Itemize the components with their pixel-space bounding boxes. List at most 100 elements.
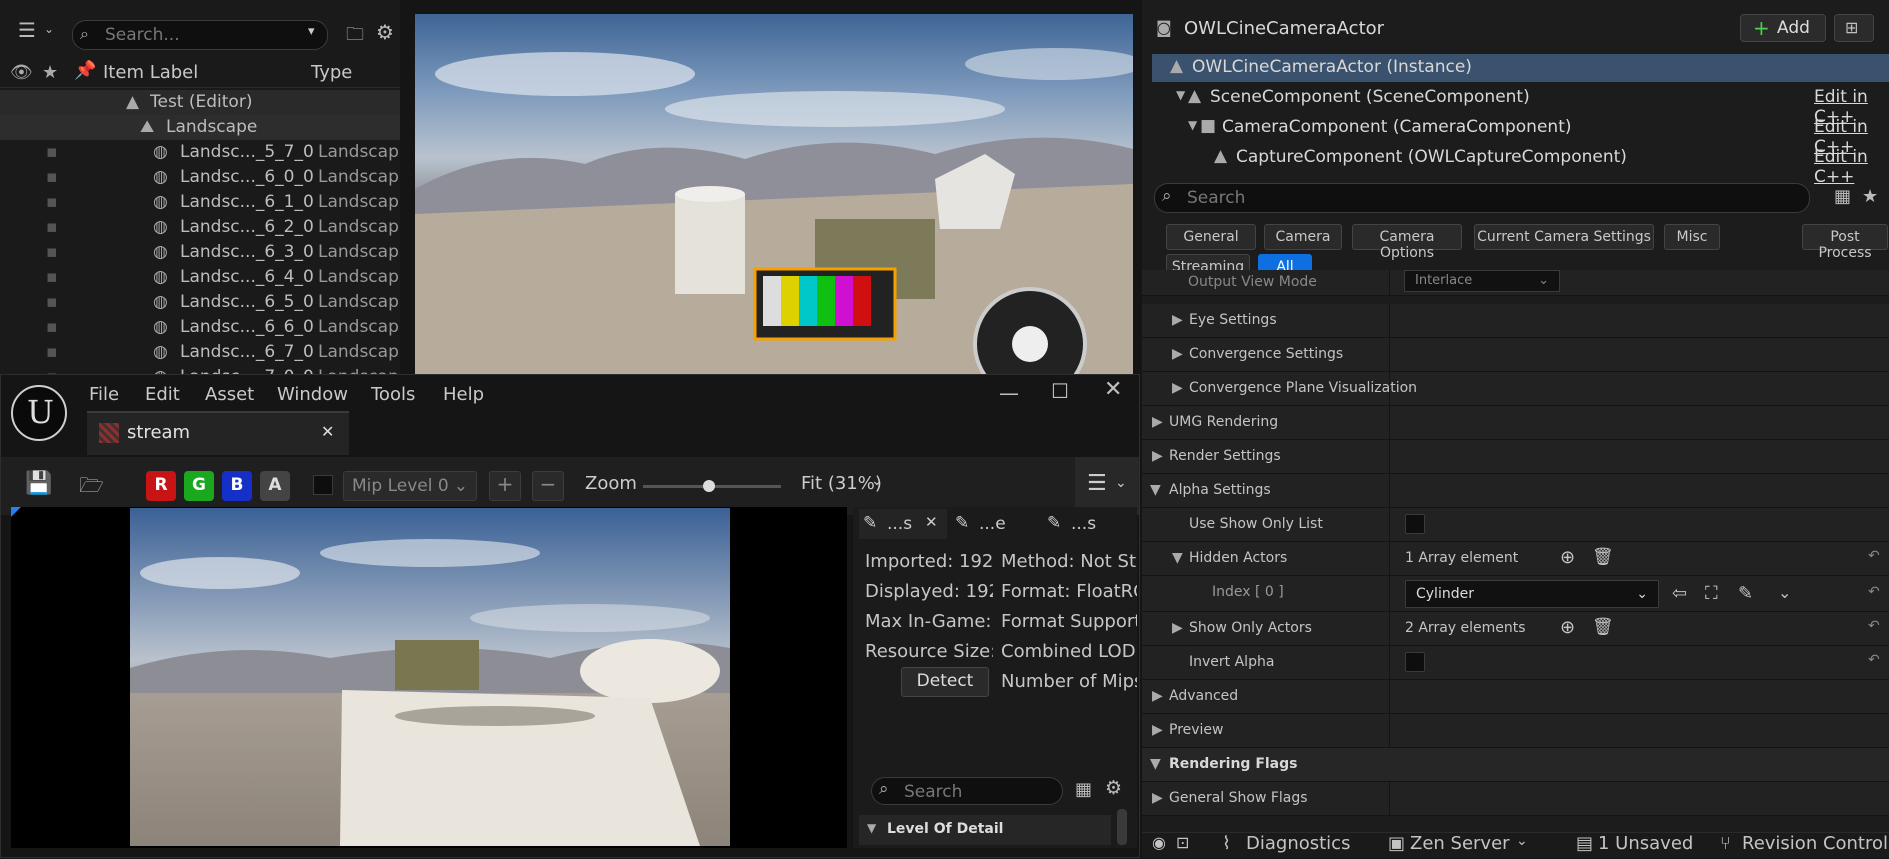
visibility-icon[interactable]: ▪ bbox=[46, 267, 58, 287]
reset-icon[interactable]: ↶ bbox=[1868, 548, 1880, 564]
channel-g-toggle[interactable]: G bbox=[184, 471, 214, 501]
visibility-icon[interactable]: ▪ bbox=[46, 242, 58, 262]
reset-icon[interactable]: ↶ bbox=[1868, 618, 1880, 634]
filter-tab[interactable]: Post Process bbox=[1802, 224, 1888, 261]
menu-tools[interactable]: Tools bbox=[371, 384, 415, 405]
outliner-row[interactable]: ▪ ◍ Landsc..._6_2_0 Landscap bbox=[0, 215, 400, 240]
convergence-settings-row[interactable]: ▶ Convergence Settings bbox=[1142, 338, 1889, 372]
eye-settings-row[interactable]: ▶ Eye Settings bbox=[1142, 304, 1889, 338]
close-tab-icon[interactable]: ✕ bbox=[321, 422, 334, 441]
channel-a-toggle[interactable]: A bbox=[260, 471, 290, 501]
texture-search-input[interactable]: Search bbox=[871, 777, 1063, 805]
outliner-folder-row[interactable]: ⛰ Landscape bbox=[0, 115, 400, 140]
channel-r-toggle[interactable]: R bbox=[146, 471, 176, 501]
add-folder-icon[interactable]: 🗀 bbox=[346, 22, 364, 52]
gear-icon[interactable]: ⚙ bbox=[376, 20, 394, 44]
component-row[interactable]: ▲ OWLCineCameraActor (Instance) bbox=[1152, 54, 1889, 82]
visibility-icon[interactable]: ▪ bbox=[46, 167, 58, 187]
visibility-icon[interactable]: ▪ bbox=[46, 342, 58, 362]
gear-icon[interactable]: ⚙ bbox=[1105, 777, 1122, 799]
menu-edit[interactable]: Edit bbox=[145, 384, 180, 405]
zoom-slider-handle[interactable] bbox=[703, 480, 716, 492]
mip-increase-button[interactable]: + bbox=[489, 471, 521, 501]
eye-icon[interactable]: 👁 bbox=[10, 62, 33, 83]
expand-icon[interactable]: ▶ bbox=[1172, 620, 1183, 636]
star-icon[interactable]: ★ bbox=[42, 62, 58, 83]
star-icon[interactable]: ★ bbox=[1862, 186, 1878, 207]
output-view-mode-dropdown[interactable]: Interlace ⌄ bbox=[1404, 270, 1560, 292]
filter-tab[interactable]: General bbox=[1166, 224, 1256, 250]
edit-in-cpp-link[interactable]: Edit in C++ bbox=[1814, 147, 1889, 187]
browse-asset-icon[interactable]: 🗁 bbox=[79, 471, 104, 505]
eyedropper-icon[interactable]: ✎ bbox=[1738, 583, 1753, 604]
visibility-icon[interactable]: ▪ bbox=[46, 217, 58, 237]
outliner-row[interactable]: ▪ ◍ Landsc..._6_6_0 Landscap bbox=[0, 315, 400, 340]
use-selected-icon[interactable]: ⇦ bbox=[1672, 583, 1687, 604]
visibility-icon[interactable]: ▪ bbox=[46, 142, 58, 162]
menu-asset[interactable]: Asset bbox=[205, 384, 254, 405]
filter-tab[interactable]: Current Camera Settings bbox=[1474, 224, 1654, 250]
outliner-root-row[interactable]: ▲ Test (Editor) bbox=[0, 90, 400, 115]
component-row[interactable]: ▲ CaptureComponent (OWLCaptureComponent) E… bbox=[1152, 144, 1889, 187]
collapse-icon[interactable]: ▼ bbox=[1188, 118, 1197, 132]
level-viewport[interactable] bbox=[415, 14, 1133, 374]
use-show-only-list-checkbox[interactable] bbox=[1405, 514, 1425, 534]
chevron-down-icon[interactable]: ▾ bbox=[308, 24, 315, 39]
menu-help[interactable]: Help bbox=[443, 384, 484, 405]
texture-preview[interactable] bbox=[11, 507, 847, 848]
render-settings-row[interactable]: ▶ Render Settings bbox=[1142, 440, 1889, 474]
channel-b-toggle[interactable]: B bbox=[222, 471, 252, 501]
chevron-down-icon[interactable]: ⌄ bbox=[871, 473, 883, 489]
filter-tab[interactable]: Camera bbox=[1264, 224, 1342, 250]
outliner-search-input[interactable]: Search... bbox=[72, 20, 328, 50]
invert-alpha-checkbox[interactable] bbox=[1405, 652, 1425, 672]
alpha-settings-row[interactable]: ▼ Alpha Settings bbox=[1142, 474, 1889, 508]
mip-level-dropdown[interactable]: Mip Level 0 ⌄ bbox=[343, 471, 477, 501]
filter-tab[interactable]: Misc bbox=[1664, 224, 1720, 250]
add-element-icon[interactable]: ⊕ bbox=[1560, 547, 1575, 568]
close-window-icon[interactable]: ✕ bbox=[1104, 377, 1122, 402]
menu-file[interactable]: File bbox=[89, 384, 119, 405]
actor-picker-dropdown[interactable]: Cylinder ⌄ bbox=[1405, 580, 1659, 608]
minimize-icon[interactable]: — bbox=[999, 381, 1019, 405]
collapse-icon[interactable]: ▼ bbox=[1172, 550, 1183, 566]
column-type[interactable]: Type bbox=[311, 62, 352, 83]
general-show-flags-row[interactable]: ▶ General Show Flags bbox=[1142, 782, 1889, 816]
outliner-row[interactable]: ▪ ◍ Landsc..._6_7_0 Landscap bbox=[0, 340, 400, 365]
reset-icon[interactable]: ↶ bbox=[1868, 652, 1880, 668]
close-tab-icon[interactable]: ✕ bbox=[925, 513, 938, 531]
mip-checkbox[interactable] bbox=[313, 475, 333, 495]
details-tab[interactable]: ✎ ...e bbox=[951, 509, 1039, 539]
maximize-icon[interactable]: ☐ bbox=[1051, 379, 1069, 403]
add-component-button[interactable]: + Add bbox=[1740, 14, 1826, 42]
scrollbar-thumb[interactable] bbox=[1117, 809, 1127, 845]
reset-icon[interactable]: ↶ bbox=[1868, 584, 1880, 600]
detect-button[interactable]: Detect bbox=[901, 667, 989, 697]
delete-icon[interactable]: 🗑 bbox=[1592, 547, 1614, 567]
outliner-row[interactable]: ▪ ◍ Landsc..._6_5_0 Landscap bbox=[0, 290, 400, 315]
outliner-row[interactable]: ▪ ◍ Landsc..._6_4_0 Landscap bbox=[0, 265, 400, 290]
convergence-plane-row[interactable]: ▶ Convergence Plane Visualization bbox=[1142, 372, 1889, 406]
outliner-row[interactable]: ▪ ◍ Landsc..._7_0_0 Landscap bbox=[0, 365, 400, 374]
filter-tab[interactable]: Camera Options bbox=[1352, 224, 1462, 261]
pin-icon[interactable]: 📌 bbox=[74, 60, 96, 81]
mip-decrease-button[interactable]: − bbox=[532, 471, 564, 501]
browse-icon[interactable]: ⛶ bbox=[1705, 583, 1718, 604]
filter-icon[interactable]: ☰ bbox=[18, 18, 36, 42]
tab-stream[interactable]: stream ✕ bbox=[87, 411, 349, 455]
collapse-icon[interactable]: ▼ bbox=[1176, 88, 1185, 102]
chevron-down-icon[interactable]: ⌄ bbox=[44, 22, 54, 36]
chevron-down-icon[interactable]: ⌄ bbox=[1778, 583, 1791, 602]
delete-icon[interactable]: 🗑 bbox=[1592, 617, 1614, 637]
details-tab[interactable]: ✎ ...s bbox=[1043, 509, 1131, 539]
outliner-row[interactable]: ▪ ◍ Landsc..._6_1_0 Landscap bbox=[0, 190, 400, 215]
preview-row[interactable]: ▶ Preview bbox=[1142, 714, 1889, 748]
visibility-icon[interactable]: ▪ bbox=[46, 292, 58, 312]
visibility-icon[interactable]: ▪ bbox=[46, 192, 58, 212]
visibility-icon[interactable]: ▪ bbox=[46, 317, 58, 337]
advanced-row[interactable]: ▶ Advanced bbox=[1142, 680, 1889, 714]
table-view-icon[interactable]: ▦ bbox=[1834, 186, 1851, 207]
outliner-row[interactable]: ▪ ◍ Landsc..._5_7_0 Landscap bbox=[0, 140, 400, 165]
add-element-icon[interactable]: ⊕ bbox=[1560, 617, 1575, 638]
outliner-row[interactable]: ▪ ◍ Landsc..._6_0_0 Landscap bbox=[0, 165, 400, 190]
